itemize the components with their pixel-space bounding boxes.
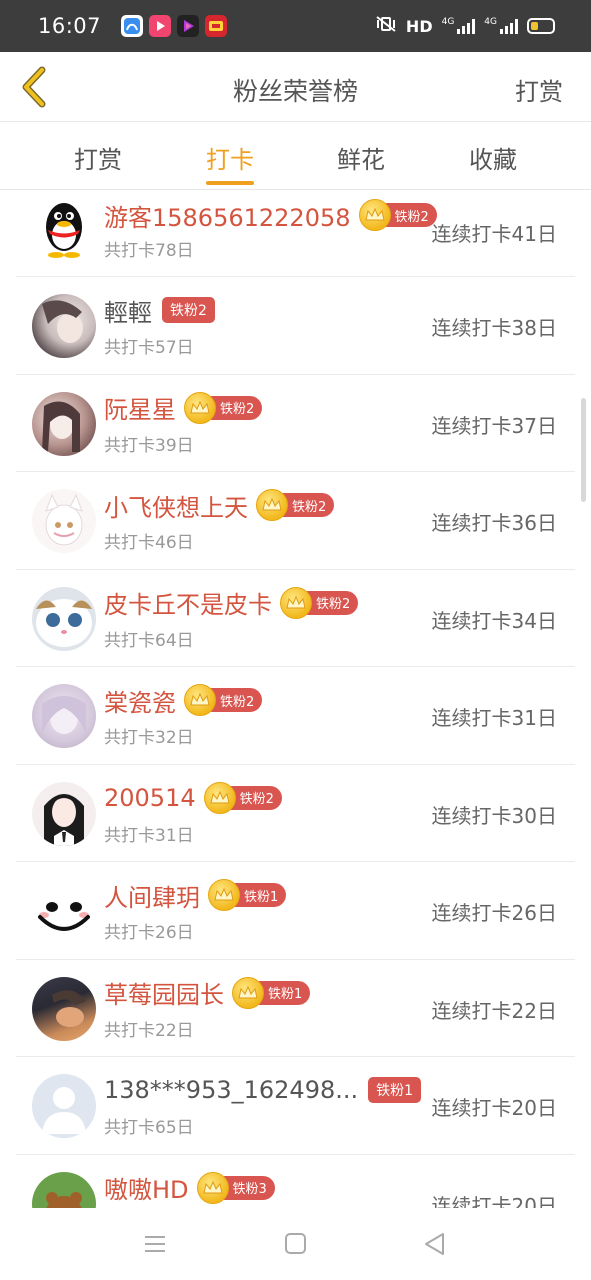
total-checkins: 共打卡65日 <box>104 1118 194 1138</box>
list-item[interactable]: 嗷嗷HD 铁粉3 连续打卡20日 <box>16 1155 575 1209</box>
scrollbar[interactable] <box>581 398 586 502</box>
list-item[interactable]: 棠瓷瓷 铁粉2 共打卡32日 连续打卡31日 <box>16 667 575 765</box>
video-app-icon <box>149 15 172 37</box>
avatar <box>32 586 96 651</box>
total-checkins: 共打卡31日 <box>104 825 194 846</box>
tab-favorites[interactable]: 收藏 <box>448 140 538 175</box>
avatar <box>32 489 96 553</box>
checkin-streak: 连续打卡36日 <box>431 511 557 535</box>
crown-icon <box>184 684 216 716</box>
avatar <box>32 294 96 358</box>
status-time: 16:07 <box>38 14 102 38</box>
avatar <box>32 197 96 261</box>
crown-icon <box>256 489 288 521</box>
total-checkins: 共打卡46日 <box>104 533 194 553</box>
tab-reward[interactable]: 打赏 <box>53 140 143 175</box>
fan-name[interactable]: 輕輕 <box>104 293 152 328</box>
back-triangle-icon <box>425 1233 444 1255</box>
fan-name[interactable]: 138***953_162498... <box>104 1076 358 1104</box>
list-item[interactable]: 人间肆玥 铁粉1 共打卡26日 连续打卡26日 <box>16 862 575 960</box>
checkin-streak: 连续打卡22日 <box>431 998 557 1023</box>
checkin-streak: 连续打卡38日 <box>431 316 557 340</box>
home-square-icon <box>285 1233 306 1254</box>
menu-button[interactable] <box>141 1230 169 1258</box>
mute-vibrate-icon <box>375 15 397 37</box>
browser-app-icon <box>121 15 144 37</box>
crown-icon <box>232 976 264 1009</box>
signal-icon-1: 4G <box>442 18 476 34</box>
crown-icon <box>184 391 216 424</box>
reward-button[interactable]: 打赏 <box>515 72 563 107</box>
fan-name[interactable]: 阮星星 <box>104 390 176 425</box>
avatar <box>32 391 96 456</box>
page-title: 粉丝荣誉榜 <box>232 77 358 106</box>
game-app-icon <box>205 15 228 37</box>
list-item[interactable]: 138***953_162498... 铁粉1 共打卡65日 连续打卡20日 <box>16 1057 575 1155</box>
list-item[interactable]: 輕輕 铁粉2 共打卡57日 连续打卡38日 <box>16 277 575 375</box>
list-item[interactable]: 皮卡丘不是皮卡 铁粉2 共打卡64日 连续打卡34日 <box>16 570 575 667</box>
back-nav-button[interactable] <box>421 1230 449 1258</box>
crown-icon <box>208 879 240 911</box>
fan-name[interactable]: 棠瓷瓷 <box>104 683 176 718</box>
avatar <box>32 976 96 1041</box>
status-indicators: HD 4G 4G <box>375 15 555 37</box>
status-bar: 16:07 HD 4G 4G <box>0 0 591 52</box>
total-checkins: 共打卡57日 <box>104 338 194 358</box>
fan-name[interactable]: 200514 <box>104 784 196 812</box>
list-item[interactable]: 200514 铁粉2 共打卡31日 连续打卡30日 <box>16 765 575 862</box>
system-nav-bar <box>0 1208 591 1280</box>
list-item[interactable]: 阮星星 铁粉2 共打卡39日 连续打卡37日 <box>16 375 575 472</box>
checkin-streak: 连续打卡31日 <box>431 706 557 730</box>
checkin-streak: 连续打卡41日 <box>431 222 557 246</box>
checkin-streak: 连续打卡34日 <box>431 608 557 633</box>
fan-name[interactable]: 游客1586561222058 <box>104 198 351 233</box>
avatar <box>32 684 96 748</box>
music-app-icon <box>177 15 200 37</box>
home-button[interactable] <box>282 1230 310 1258</box>
fan-name[interactable]: 皮卡丘不是皮卡 <box>104 585 272 620</box>
signal-icon-2: 4G <box>484 18 518 34</box>
checkin-streak: 连续打卡37日 <box>431 413 557 438</box>
total-checkins: 共打卡64日 <box>104 630 194 651</box>
fan-name[interactable]: 小飞侠想上天 <box>104 488 248 523</box>
hd-indicator: HD <box>405 16 433 36</box>
total-checkins: 共打卡78日 <box>104 241 194 261</box>
crown-icon <box>358 199 391 231</box>
avatar <box>32 879 96 943</box>
total-checkins: 共打卡39日 <box>104 435 194 456</box>
crown-icon <box>196 1171 229 1204</box>
fan-list: 游客1586561222058 铁粉2 共打卡78日 连续打卡41日 輕輕 铁粉… <box>16 180 575 1208</box>
battery-icon <box>527 18 555 34</box>
fan-name[interactable]: 人间肆玥 <box>104 878 200 913</box>
avatar <box>32 1074 96 1138</box>
list-item[interactable]: 草莓园园长 铁粉1 共打卡22日 连续打卡22日 <box>16 960 575 1057</box>
notification-icons <box>121 15 228 37</box>
crown-icon <box>280 586 312 619</box>
list-item[interactable]: 小飞侠想上天 铁粉2 共打卡46日 连续打卡36日 <box>16 472 575 570</box>
checkin-streak: 连续打卡30日 <box>431 803 557 828</box>
avatar <box>32 781 96 846</box>
app-header: 粉丝荣誉榜 打赏 <box>0 52 591 122</box>
fan-name[interactable]: 草莓园园长 <box>104 975 224 1010</box>
checkin-streak: 连续打卡20日 <box>431 1193 557 1209</box>
total-checkins: 共打卡32日 <box>104 728 194 748</box>
checkin-streak: 连续打卡20日 <box>431 1096 557 1120</box>
list-item[interactable]: 游客1586561222058 铁粉2 共打卡78日 连续打卡41日 <box>16 180 575 277</box>
total-checkins: 共打卡26日 <box>104 923 194 943</box>
tab-checkin[interactable]: 打卡 <box>185 140 275 175</box>
tab-flowers[interactable]: 鲜花 <box>316 140 406 175</box>
avatar <box>32 1171 96 1208</box>
fan-level-badge: 铁粉2 <box>162 297 215 323</box>
checkin-streak: 连续打卡26日 <box>431 901 557 925</box>
fan-name[interactable]: 嗷嗷HD <box>104 1170 189 1205</box>
total-checkins: 共打卡22日 <box>104 1020 194 1041</box>
fan-level-badge: 铁粉1 <box>368 1077 422 1103</box>
crown-icon <box>203 781 236 814</box>
menu-icon <box>145 1236 165 1252</box>
